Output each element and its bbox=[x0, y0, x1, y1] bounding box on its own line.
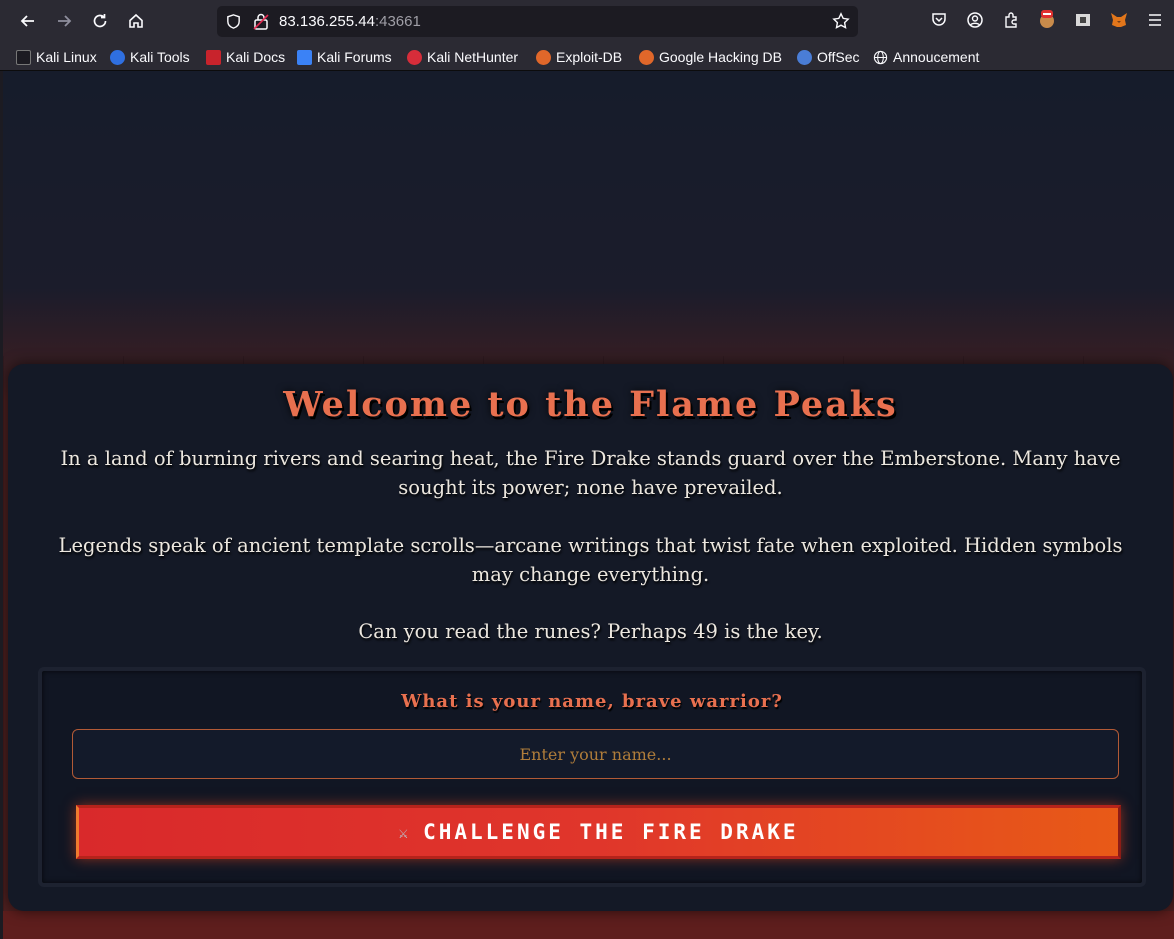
bookmark-google-hacking-db[interactable]: Google Hacking DB bbox=[639, 47, 782, 67]
reload-icon bbox=[93, 14, 107, 28]
shield-icon[interactable] bbox=[225, 13, 242, 30]
kali-docs-icon bbox=[206, 49, 221, 65]
crossed-swords-icon: ⚔ bbox=[398, 822, 412, 842]
bookmark-label: Google Hacking DB bbox=[659, 49, 782, 65]
metamask-extension[interactable] bbox=[1108, 9, 1130, 31]
page-viewport: Welcome to the Flame Peaks In a land of … bbox=[3, 71, 1174, 939]
menu-button[interactable] bbox=[1144, 9, 1166, 31]
browser-toolbar: 83.136.255.44:43661 bbox=[0, 0, 1174, 42]
ghdb-icon bbox=[639, 49, 654, 65]
nethunter-icon bbox=[407, 49, 422, 65]
home-button[interactable] bbox=[122, 7, 150, 35]
puzzle-icon bbox=[1005, 12, 1017, 28]
url-port: :43661 bbox=[374, 13, 421, 30]
form-question: What is your name, brave warrior? bbox=[401, 691, 783, 712]
bookmark-kali-docs[interactable]: Kali Docs bbox=[206, 47, 285, 67]
legend-paragraph: Legends speak of ancient template scroll… bbox=[58, 534, 1123, 586]
back-arrow-icon bbox=[20, 15, 34, 27]
extension-badge-icon bbox=[1040, 10, 1054, 28]
page-title: Welcome to the Flame Peaks bbox=[283, 384, 898, 425]
bookmark-exploit-db[interactable]: Exploit-DB bbox=[536, 47, 622, 67]
account-icon bbox=[967, 12, 983, 28]
name-form: What is your name, brave warrior? ⚔ CHAL… bbox=[38, 667, 1146, 887]
pocket-button[interactable] bbox=[928, 9, 950, 31]
forward-button[interactable] bbox=[50, 7, 78, 35]
bookmark-offsec[interactable]: OffSec bbox=[797, 47, 860, 67]
account-button[interactable] bbox=[964, 9, 986, 31]
forward-arrow-icon bbox=[58, 15, 72, 27]
bookmark-kali-tools[interactable]: Kali Tools bbox=[110, 47, 190, 67]
url-host: 83.136.255.44 bbox=[279, 13, 375, 30]
hamburger-menu-icon bbox=[1149, 14, 1161, 26]
bookmark-label: Kali Forums bbox=[317, 49, 392, 65]
reload-button[interactable] bbox=[86, 7, 114, 35]
back-button[interactable] bbox=[14, 7, 42, 35]
intro-paragraph: In a land of burning rivers and searing … bbox=[60, 447, 1121, 499]
address-bar[interactable]: 83.136.255.44:43661 bbox=[217, 6, 858, 37]
bookmark-label: Kali Docs bbox=[226, 49, 286, 65]
fox-icon bbox=[1111, 13, 1127, 27]
kali-dragon-icon bbox=[16, 49, 31, 65]
welcome-card: Welcome to the Flame Peaks In a land of … bbox=[8, 364, 1173, 911]
exploit-db-icon bbox=[536, 49, 551, 65]
bookmark-kali-forums[interactable]: Kali Forums bbox=[297, 47, 392, 67]
container-icon bbox=[1076, 14, 1090, 26]
bookmark-label: Kali Linux bbox=[36, 49, 97, 65]
name-input[interactable] bbox=[72, 729, 1119, 779]
bookmark-star-icon[interactable] bbox=[832, 12, 850, 30]
bookmark-label: Annoucement bbox=[893, 49, 980, 65]
challenge-button[interactable]: ⚔ CHALLENGE THE FIRE DRAKE bbox=[76, 805, 1121, 859]
page-bottom-strip bbox=[3, 911, 1174, 939]
bookmark-label: Kali NetHunter bbox=[427, 49, 519, 65]
bookmarks-toolbar: Kali Linux Kali Tools Kali Docs Kali For… bbox=[0, 42, 1174, 71]
bookmark-label: Kali Tools bbox=[130, 49, 190, 65]
challenge-button-label: CHALLENGE THE FIRE DRAKE bbox=[423, 820, 799, 844]
url-text[interactable]: 83.136.255.44:43661 bbox=[279, 13, 421, 30]
extensions-button[interactable] bbox=[1000, 9, 1022, 31]
insecure-lock-icon[interactable] bbox=[253, 12, 269, 31]
pocket-icon bbox=[932, 13, 946, 26]
hint-paragraph: Can you read the runes? Perhaps 49 is th… bbox=[358, 620, 823, 643]
offsec-icon bbox=[797, 49, 812, 65]
home-icon bbox=[129, 13, 143, 28]
bookmark-kali-linux[interactable]: Kali Linux bbox=[16, 47, 97, 67]
kali-forums-icon bbox=[297, 49, 312, 65]
bookmark-label: Exploit-DB bbox=[556, 49, 623, 65]
kali-tools-icon bbox=[110, 49, 125, 65]
bookmark-label: OffSec bbox=[817, 49, 860, 65]
bookmark-annoucement[interactable]: Annoucement bbox=[873, 47, 979, 67]
container-extension[interactable] bbox=[1072, 9, 1094, 31]
bookmark-kali-nethunter[interactable]: Kali NetHunter bbox=[407, 47, 518, 67]
ublock-extension[interactable] bbox=[1036, 9, 1058, 31]
globe-icon bbox=[873, 50, 888, 64]
